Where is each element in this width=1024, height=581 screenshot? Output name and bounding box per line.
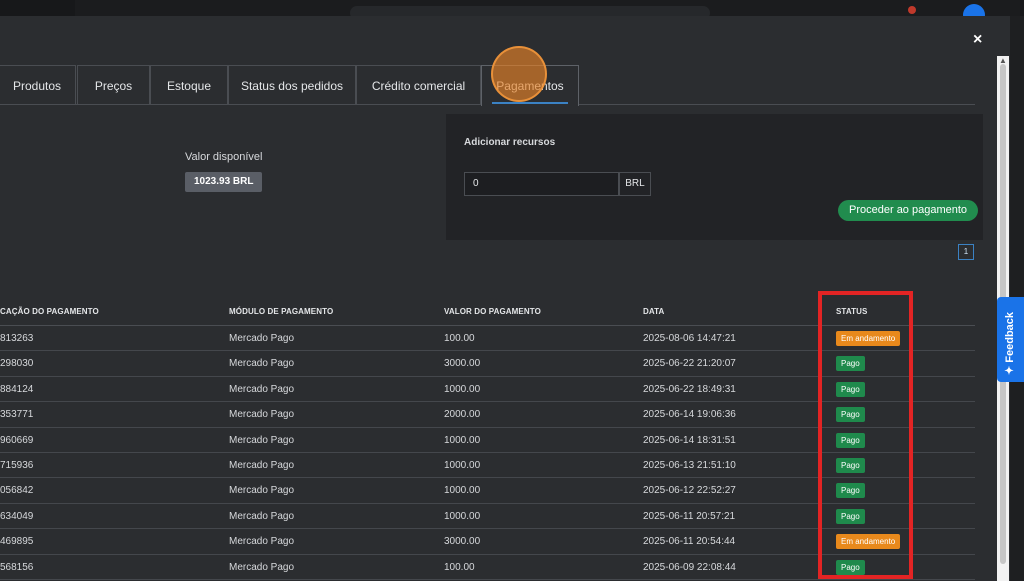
feedback-label: ✦ Feedback — [1004, 311, 1016, 375]
status-badge: Pago — [836, 457, 865, 473]
table-row: 568156 Mercado Pago 100.00 2025-06-09 22:08… — [0, 555, 975, 580]
payment-module-cell: Mercado Pago — [229, 510, 295, 522]
payment-module-cell: Mercado Pago — [229, 536, 295, 548]
payments-table: CAÇÃO DO PAGAMENTO MÓDULO DE PAGAMENTO V… — [0, 300, 975, 580]
currency-addon: BRL — [619, 172, 651, 196]
proceed-payment-button[interactable]: Proceder ao pagamento — [838, 200, 979, 221]
header-date: DATA — [643, 307, 665, 316]
payment-id-cell: 884124 — [0, 383, 34, 395]
payment-date-cell: 2025-06-22 18:49:31 — [643, 383, 736, 395]
payment-module-cell: Mercado Pago — [229, 459, 295, 471]
payment-date-cell: 2025-06-14 19:06:36 — [643, 409, 736, 421]
table-row: 884124 Mercado Pago 1000.00 2025-06-22 18:4… — [0, 377, 975, 403]
tab-precos[interactable]: Preços — [77, 65, 150, 105]
payment-id-cell: 813263 — [0, 333, 34, 344]
feedback-button[interactable]: ✦ Feedback — [997, 297, 1024, 382]
payment-date-cell: 2025-06-14 18:31:51 — [643, 434, 736, 446]
status-badge: Pago — [836, 407, 865, 423]
payment-date-cell: 2025-06-09 22:08:44 — [643, 561, 736, 573]
payment-value-cell: 3000.00 — [444, 536, 481, 548]
tab-estoque[interactable]: Estoque — [150, 65, 228, 105]
payment-id-cell: 469895 — [0, 536, 34, 548]
add-funds-panel: Adicionar recursos 0 BRL Proceder ao pag… — [446, 114, 983, 240]
payment-id-cell: 568156 — [0, 561, 34, 573]
available-label: Valor disponível — [185, 151, 263, 163]
status-badge: Pago — [836, 381, 865, 397]
tab-pagamentos[interactable]: Pagamentos — [481, 65, 579, 106]
payment-id-cell: 634049 — [0, 510, 34, 522]
payment-value-cell: 1000.00 — [444, 510, 481, 522]
table-row: 469895 Mercado Pago 3000.00 2025-06-11 20:5… — [0, 529, 975, 555]
payment-module-cell: Mercado Pago — [229, 358, 295, 370]
payment-id-cell: 298030 — [0, 358, 34, 370]
payment-module-cell: Mercado Pago — [229, 561, 295, 573]
table-row: 353771 Mercado Pago 2000.00 2025-06-14 19:0… — [0, 402, 975, 428]
payment-date-cell: 2025-06-11 20:57:21 — [643, 510, 736, 522]
tab-status-pedidos[interactable]: Status dos pedidos — [228, 65, 356, 105]
status-badge: Em andamento — [836, 534, 901, 550]
payment-value-cell: 1000.00 — [444, 485, 481, 497]
payment-date-cell: 2025-06-13 21:51:10 — [643, 459, 736, 471]
payment-value-cell: 1000.00 — [444, 383, 481, 395]
status-badge: Pago — [836, 508, 865, 524]
payment-id-cell: 353771 — [0, 409, 34, 421]
tab-credito-comercial[interactable]: Crédito comercial — [356, 65, 481, 105]
payment-id-cell: 960669 — [0, 434, 34, 446]
payment-module-cell: Mercado Pago — [229, 383, 295, 395]
payment-value-cell: 1000.00 — [444, 434, 481, 446]
payment-value-cell: 2000.00 — [444, 409, 481, 421]
header-payment-id: CAÇÃO DO PAGAMENTO — [0, 307, 99, 316]
add-funds-title: Adicionar recursos — [464, 137, 556, 148]
table-row: 056842 Mercado Pago 1000.00 2025-06-12 22:5… — [0, 478, 975, 504]
table-row: 715936 Mercado Pago 1000.00 2025-06-13 21:5… — [0, 453, 975, 479]
status-badge: Em andamento — [836, 331, 901, 346]
payment-value-cell: 100.00 — [444, 333, 475, 344]
table-header: CAÇÃO DO PAGAMENTO MÓDULO DE PAGAMENTO V… — [0, 300, 975, 326]
table-body: 813263 Mercado Pago 100.00 2025-08-06 14:47… — [0, 326, 975, 580]
pagination-page-1[interactable]: 1 — [958, 244, 974, 260]
table-row: 298030 Mercado Pago 3000.00 2025-06-22 21:2… — [0, 351, 975, 377]
header-payment-value: VALOR DO PAGAMENTO — [444, 307, 541, 316]
payment-date-cell: 2025-08-06 14:47:21 — [643, 333, 736, 344]
header-payment-module: MÓDULO DE PAGAMENTO — [229, 307, 334, 316]
browser-top-bar — [0, 0, 1024, 26]
table-row: 960669 Mercado Pago 1000.00 2025-06-14 18:3… — [0, 428, 975, 453]
payment-date-cell: 2025-06-22 21:20:07 — [643, 358, 736, 370]
status-badge: Pago — [836, 483, 865, 499]
payment-id-cell: 715936 — [0, 459, 34, 471]
available-value-badge: 1023.93 BRL — [185, 172, 263, 192]
tab-produtos[interactable]: Produtos — [0, 65, 76, 105]
status-badge: Pago — [836, 432, 865, 448]
payment-module-cell: Mercado Pago — [229, 409, 295, 421]
payment-id-cell: 056842 — [0, 485, 34, 497]
table-row: 813263 Mercado Pago 100.00 2025-08-06 14:47… — [0, 326, 975, 352]
amount-input[interactable]: 0 — [464, 172, 619, 196]
notification-icon[interactable] — [908, 6, 916, 14]
payment-value-cell: 1000.00 — [444, 459, 481, 471]
payment-module-cell: Mercado Pago — [229, 485, 295, 497]
payment-module-cell: Mercado Pago — [229, 333, 295, 344]
payment-value-cell: 3000.00 — [444, 358, 481, 370]
header-status: STATUS — [836, 307, 868, 316]
payment-value-cell: 100.00 — [444, 561, 475, 573]
status-badge: Pago — [836, 356, 865, 372]
payment-date-cell: 2025-06-11 20:54:44 — [643, 536, 736, 548]
close-button[interactable]: × — [973, 30, 982, 50]
tab-bar: Produtos Preços Estoque Status dos pedid… — [0, 65, 975, 106]
payment-date-cell: 2025-06-12 22:52:27 — [643, 485, 736, 497]
table-row: 634049 Mercado Pago 1000.00 2025-06-11 20:5… — [0, 504, 975, 530]
payment-module-cell: Mercado Pago — [229, 434, 295, 446]
status-badge: Pago — [836, 559, 865, 575]
